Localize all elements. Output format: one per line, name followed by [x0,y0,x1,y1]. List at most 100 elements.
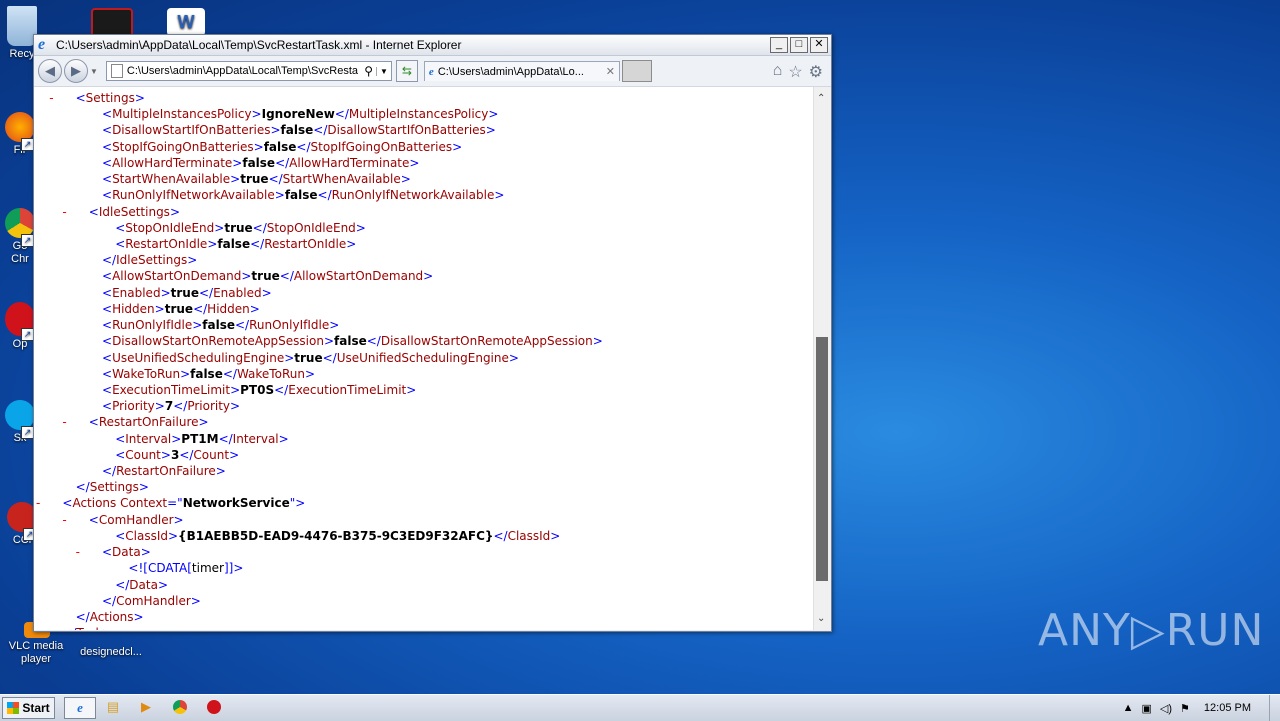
vertical-scrollbar[interactable]: ⌃ ⌄ [813,87,831,630]
show-desktop-button[interactable] [1269,695,1280,721]
xml-bracket: </ [322,350,337,365]
page-icon [110,64,123,78]
xml-bracket: > [329,318,340,333]
maximize-button[interactable]: □ [790,37,808,53]
refresh-button[interactable]: ⇆ [395,60,418,82]
collapse-toggle[interactable]: - [62,414,88,430]
action-center-flag-icon[interactable]: ⚑ [1180,702,1190,715]
xml-line: <Hidden>true</Hidden> [34,301,814,317]
desktop-icon-designed[interactable]: designedcl... [74,632,148,659]
xml-tag-name: Enabled [213,285,262,300]
xml-tag-name: AllowStartOnDemand [112,269,242,284]
volume-icon[interactable]: ◁) [1160,702,1172,715]
title-bar[interactable]: e C:\Users\admin\AppData\Local\Temp\SvcR… [34,35,831,56]
xml-bracket: > [173,512,184,527]
history-dropdown-icon[interactable]: ▼ [90,67,98,76]
clock[interactable]: 12:05 PM [1204,702,1251,714]
browser-tab[interactable]: e C:\Users\admin\AppData\Lo... ✕ [423,61,620,81]
collapse-toggle[interactable]: - [36,495,62,511]
xml-cdata-text: timer [191,561,224,576]
xml-line: <ExecutionTimeLimit>PT0S</ExecutionTimeL… [34,382,814,398]
xml-bracket: > [295,496,306,511]
xml-bracket: < [102,107,113,122]
show-hidden-icons-icon[interactable]: ▲ [1123,702,1134,714]
system-tray: ▲ ▣ ◁) ⚑ 12:05 PM [1123,695,1280,721]
xml-value: false [334,334,367,349]
xml-tag-name: UseUnifiedSchedulingEngine [336,350,509,365]
scroll-down-icon[interactable]: ⌄ [817,613,825,624]
collapse-toggle[interactable]: - [62,204,88,220]
xml-tag-name: Interval [125,431,172,446]
xml-bracket: < [102,334,113,349]
xml-bracket: </ [493,528,508,543]
xml-bracket: > [230,382,241,397]
xml-tag-name: AllowHardTerminate [289,155,410,170]
taskbar-chrome-icon[interactable] [168,697,192,717]
forward-button[interactable]: ▶ [64,59,88,83]
collapse-toggle[interactable]: - [62,512,88,528]
xml-bracket: </ [179,447,194,462]
taskbar-ie-button[interactable]: e [64,697,96,719]
xml-bracket: < [115,431,126,446]
taskbar-media-player-icon[interactable]: ▶ [134,697,158,717]
xml-bracket: </ [252,220,267,235]
ie-logo-icon: e [38,36,46,53]
xml-bracket: < [102,139,113,154]
back-button[interactable]: ◀ [38,59,62,83]
xml-tag-name: RunOnlyIfIdle [112,318,193,333]
taskbar-explorer-icon[interactable]: ▤ [101,697,125,717]
xml-bracket: > [249,301,260,316]
xml-line: <ClassId>{B1AEBB5D-EAD9-4476-B375-9C3ED9… [34,528,814,544]
xml-tag-name: AllowStartOnDemand [293,269,424,284]
xml-bracket: </ [102,253,117,268]
ie-window[interactable]: e C:\Users\admin\AppData\Local\Temp\SvcR… [33,34,832,632]
favorites-star-icon[interactable]: ☆ [788,62,802,82]
xml-bracket: > [198,415,209,430]
xml-line: <MultipleInstancesPolicy>IgnoreNew</Mult… [34,106,814,122]
scroll-up-icon[interactable]: ⌃ [817,93,825,104]
search-icon[interactable]: ⚲ [364,64,373,78]
address-bar[interactable]: C:\Users\admin\AppData\Local\Temp\SvcRes… [105,61,392,81]
scrollbar-thumb[interactable] [816,337,828,581]
xml-line: <RunOnlyIfNetworkAvailable>false</RunOnl… [34,187,814,203]
xml-tag-name: RestartOnIdle [125,236,208,251]
xml-line: </Task> [34,625,814,630]
close-button[interactable]: ✕ [810,37,828,53]
firefox-icon: ↗ [5,112,35,151]
address-dropdown-icon[interactable]: ▼ [376,66,391,76]
xml-bracket: < [102,366,113,381]
xml-bracket: < [102,318,113,333]
xml-content: - <Settings> <MultipleInstancesPolicy>Ign… [34,87,814,630]
xml-line: <StopIfGoingOnBatteries>false</StopIfGoi… [34,139,814,155]
xml-bracket: > [270,123,281,138]
xml-bracket: < [101,545,113,560]
address-text[interactable]: C:\Users\admin\AppData\Local\Temp\SvcRes… [127,65,361,77]
xml-bracket: </ [75,610,90,624]
xml-value: false [263,139,297,154]
xml-value: false [242,155,276,170]
xml-bracket: </ [193,301,208,316]
network-icon[interactable]: ▣ [1142,702,1152,715]
xml-tag-name: WakeToRun [112,366,181,381]
xml-value: false [217,236,251,251]
xml-bracket: < [88,204,99,219]
tab-close-icon[interactable]: ✕ [606,65,615,78]
xml-tag-name: DisallowStartIfOnBatteries [112,123,271,138]
taskbar-stop-icon[interactable] [202,697,226,717]
start-button[interactable]: Start [2,697,55,719]
xml-tag-name: Priority [112,399,155,414]
xml-bracket: > [406,382,417,397]
xml-bracket: < [102,382,113,397]
home-icon[interactable]: ⌂ [773,62,783,82]
minimize-button[interactable]: _ [770,37,788,53]
xml-attribute-name: Context [116,496,168,511]
collapse-toggle[interactable]: - [49,90,75,106]
xml-bracket: > [423,269,434,284]
xml-line: - <IdleSettings> [34,204,814,220]
new-tab-button[interactable] [621,60,652,82]
xml-tag-name: RestartOnIdle [264,236,347,251]
collapse-toggle[interactable]: - [76,544,102,560]
settings-gear-icon[interactable]: ⚙ [809,62,823,82]
xml-bracket: > [346,236,357,251]
xml-line: <RestartOnIdle>false</RestartOnIdle> [34,236,814,252]
